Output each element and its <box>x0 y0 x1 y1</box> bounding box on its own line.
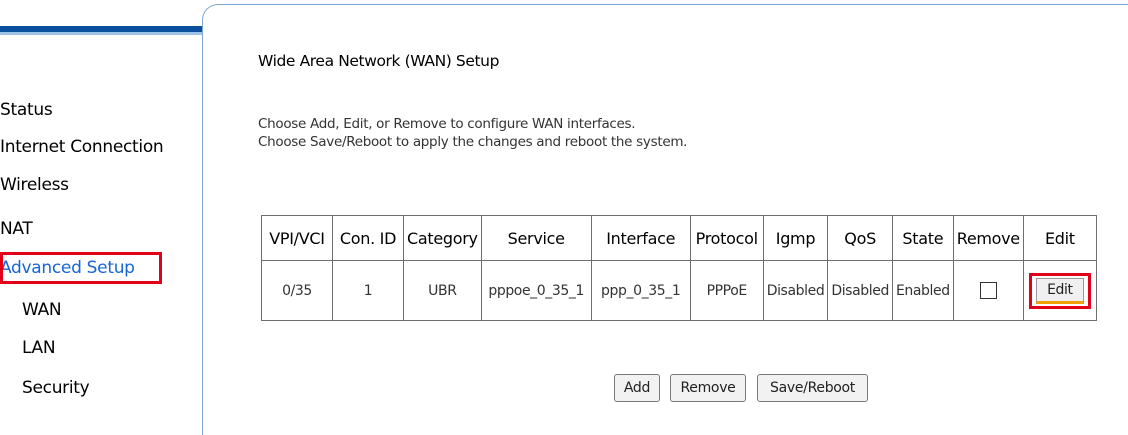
remove-button[interactable]: Remove <box>670 374 746 402</box>
cell-interface: ppp_0_35_1 <box>590 260 691 321</box>
column-header-remove: Remove <box>952 215 1024 261</box>
column-header-igmp: Igmp <box>762 215 829 261</box>
column-header-interface: Interface <box>590 215 691 261</box>
column-header-con-id: Con. ID <box>332 215 404 261</box>
sidebar-item-wireless[interactable]: Wireless <box>0 172 69 198</box>
add-button[interactable]: Add <box>614 374 660 402</box>
sidebar-item-security[interactable]: Security <box>22 375 90 401</box>
cell-service: pppoe_0_35_1 <box>480 260 592 321</box>
page-title: Wide Area Network (WAN) Setup <box>258 52 500 70</box>
highlight-box-advanced-setup <box>0 252 162 284</box>
cell-qos: Disabled <box>827 260 893 321</box>
sidebar: Status Internet Connection Wireless NAT … <box>0 0 202 418</box>
edit-button[interactable]: Edit <box>1035 277 1084 304</box>
cell-con-id: 1 <box>332 260 404 321</box>
cell-edit: Edit <box>1022 260 1097 321</box>
remove-checkbox[interactable] <box>979 282 997 299</box>
sidebar-item-wan[interactable]: WAN <box>22 297 62 323</box>
description-line-1: Choose Add, Edit, or Remove to configure… <box>258 116 636 132</box>
column-header-qos: QoS <box>827 215 893 261</box>
cell-protocol: PPPoE <box>689 260 764 321</box>
column-header-edit: Edit <box>1022 215 1097 261</box>
column-header-vpi-vci: VPI/VCI <box>261 215 333 261</box>
save-reboot-button[interactable]: Save/Reboot <box>757 374 868 402</box>
column-header-state: State <box>891 215 954 261</box>
sidebar-item-internet-connection[interactable]: Internet Connection <box>0 134 164 160</box>
column-header-category: Category <box>403 215 482 261</box>
description-line-2: Choose Save/Reboot to apply the changes … <box>258 134 688 150</box>
table-header-row: VPI/VCI Con. ID Category Service Interfa… <box>261 215 1097 261</box>
sidebar-item-nat[interactable]: NAT <box>0 216 33 242</box>
wan-table: VPI/VCI Con. ID Category Service Interfa… <box>261 215 1097 321</box>
cell-state: Enabled <box>891 260 954 321</box>
sidebar-item-lan[interactable]: LAN <box>22 335 56 361</box>
sidebar-header-bar-light <box>0 32 202 35</box>
cell-vpi-vci: 0/35 <box>261 260 333 321</box>
column-header-service: Service <box>480 215 592 261</box>
cell-remove <box>952 260 1024 321</box>
column-header-protocol: Protocol <box>689 215 764 261</box>
cell-igmp: Disabled <box>762 260 829 321</box>
highlight-box-edit: Edit <box>1028 272 1091 309</box>
table-row: 0/35 1 UBR pppoe_0_35_1 ppp_0_35_1 PPPoE… <box>261 260 1097 321</box>
sidebar-item-status[interactable]: Status <box>0 97 53 123</box>
cell-category: UBR <box>403 260 482 321</box>
